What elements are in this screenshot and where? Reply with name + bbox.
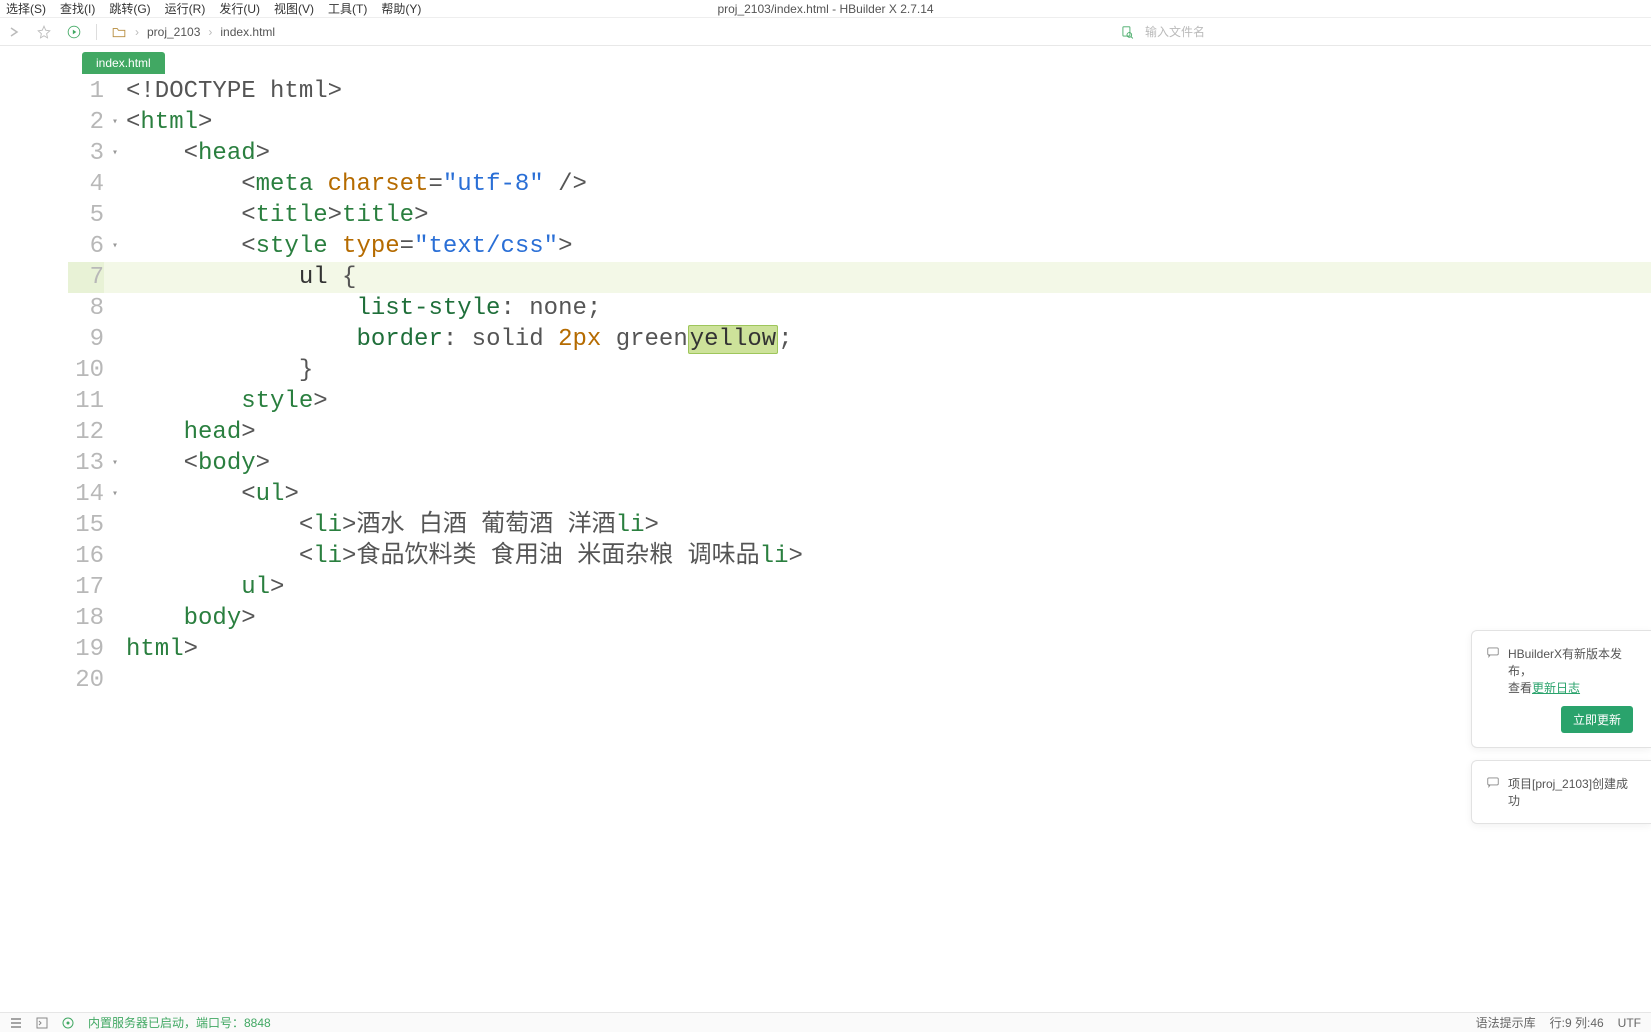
tab-bar: index.html: [68, 46, 1651, 74]
syntax-hint[interactable]: 语法提示库: [1476, 1014, 1536, 1031]
server-status-text: 内置服务器已启动，端口号：8848: [88, 1014, 271, 1031]
star-icon[interactable]: [36, 24, 52, 40]
file-search-input[interactable]: [1145, 25, 1345, 39]
fold-gutter: [112, 74, 126, 1012]
update-text: HBuilderX有新版本发布， 查看更新日志: [1508, 645, 1633, 696]
menu-view[interactable]: 视图(V): [274, 0, 314, 17]
menu-publish[interactable]: 发行(U): [219, 0, 260, 17]
editor-wrap: index.html 12345678910111213141516171819…: [68, 46, 1651, 1012]
menu-run[interactable]: 运行(R): [165, 0, 206, 17]
left-strip: [0, 46, 68, 1012]
code-editor[interactable]: 1234567891011121314151617181920 <!DOCTYP…: [68, 74, 1651, 1012]
chevron-right-icon: ›: [135, 25, 139, 39]
terminal-icon[interactable]: [36, 1017, 48, 1029]
main-area: index.html 12345678910111213141516171819…: [0, 46, 1651, 1012]
play-icon[interactable]: [66, 24, 82, 40]
message-icon: [1486, 645, 1500, 696]
breadcrumb-project[interactable]: proj_2103: [147, 25, 200, 39]
project-created-text: 项目[proj_2103]创建成功: [1508, 775, 1633, 809]
window-title: proj_2103/index.html - HBuilder X 2.7.14: [717, 2, 933, 16]
menu-bar: 选择(S) 查找(I) 跳转(G) 运行(R) 发行(U) 视图(V) 工具(T…: [0, 0, 1651, 18]
server-status-icon: [62, 1017, 74, 1029]
file-search-icon[interactable]: [1119, 24, 1135, 40]
forward-icon[interactable]: [6, 24, 22, 40]
breadcrumb: › proj_2103 › index.html: [111, 24, 275, 40]
toolbar: › proj_2103 › index.html: [0, 18, 1651, 46]
message-icon: [1486, 775, 1500, 809]
update-button[interactable]: 立即更新: [1561, 706, 1633, 733]
tab-index-html[interactable]: index.html: [82, 52, 165, 74]
list-icon[interactable]: [10, 1017, 22, 1029]
changelog-link[interactable]: 更新日志: [1532, 681, 1580, 695]
status-bar: 内置服务器已启动，端口号：8848 语法提示库 行:9 列:46 UTF: [0, 1012, 1651, 1032]
cursor-position: 行:9 列:46: [1550, 1014, 1604, 1031]
menu-select[interactable]: 选择(S): [6, 0, 46, 17]
toolbar-separator: [96, 24, 97, 40]
menu-tools[interactable]: 工具(T): [328, 0, 367, 17]
folder-icon[interactable]: [111, 24, 127, 40]
menu-find[interactable]: 查找(I): [60, 0, 95, 17]
encoding[interactable]: UTF: [1618, 1016, 1641, 1030]
update-notification: HBuilderX有新版本发布， 查看更新日志 立即更新: [1471, 630, 1651, 748]
chevron-right-icon: ›: [208, 25, 212, 39]
breadcrumb-file[interactable]: index.html: [220, 25, 275, 39]
menu-help[interactable]: 帮助(Y): [381, 0, 421, 17]
code-content[interactable]: <!DOCTYPE html><html> <head> <meta chars…: [126, 74, 1651, 1012]
project-created-notification: 项目[proj_2103]创建成功: [1471, 760, 1651, 824]
line-number-gutter: 1234567891011121314151617181920: [68, 74, 112, 1012]
menu-goto[interactable]: 跳转(G): [109, 0, 150, 17]
file-search: [1119, 24, 1345, 40]
